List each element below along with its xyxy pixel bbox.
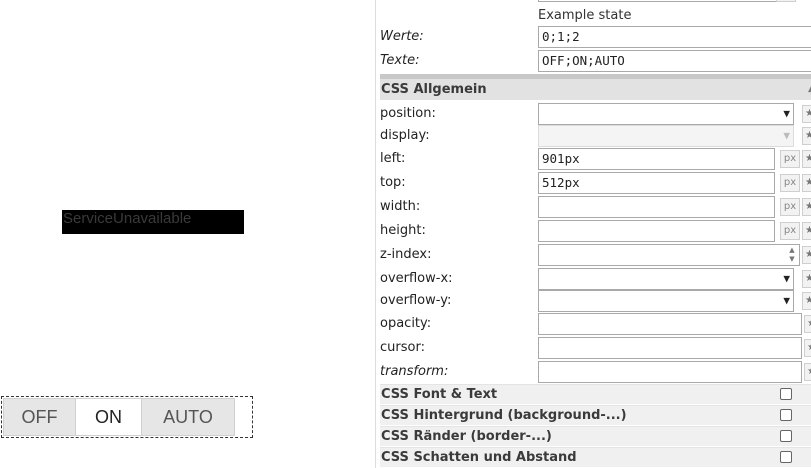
height-label: height: [380, 223, 426, 238]
star-icon[interactable]: ★ [802, 246, 811, 264]
service-unavailable-text: ServiceUnavailable [63, 210, 192, 227]
section-css-border[interactable]: CSS Ränder (border-...) [380, 426, 811, 446]
star-icon[interactable]: ★ [802, 270, 811, 288]
radio-button-group[interactable]: OFF ON AUTO [1, 396, 253, 438]
row-left: left: 901px px ★ [380, 148, 811, 170]
star-icon[interactable]: ★ [804, 339, 811, 357]
star-icon[interactable]: ★ [802, 127, 811, 145]
section-css-font-text[interactable]: CSS Font & Text [380, 384, 811, 404]
row-werte: Werte: 0;1;2 [380, 26, 811, 48]
star-icon[interactable]: ★ [802, 198, 811, 216]
display-label: display: [380, 128, 430, 143]
values-label: Werte: [380, 29, 424, 44]
top-unit-button[interactable]: px [780, 174, 800, 192]
width-label: width: [380, 199, 421, 214]
radio-on-button[interactable]: ON [75, 398, 142, 436]
spin-down-icon[interactable]: ▼ [786, 255, 798, 264]
star-icon[interactable]: ★ [802, 150, 811, 168]
chevron-down-icon: ▼ [783, 272, 790, 285]
overflow-x-select[interactable]: ▼ [538, 268, 794, 290]
section-css-font-text-title: CSS Font & Text [381, 387, 498, 402]
widget-canvas: ServiceUnavailable OFF ON AUTO [0, 0, 375, 468]
properties-panel: Example state Werte: 0;1;2 Texte: OFF;ON… [375, 0, 811, 468]
top-label: top: [380, 175, 406, 190]
left-label: left: [380, 151, 406, 166]
opacity-input[interactable] [538, 313, 802, 335]
left-input[interactable]: 901px [538, 148, 775, 170]
section-css-border-checkbox[interactable] [780, 430, 792, 442]
row-position: position: ▼ ★ [380, 103, 811, 125]
row-texte: Texte: OFF;ON;AUTO [380, 50, 811, 72]
overflow-x-label: overflow-x: [380, 271, 453, 286]
section-css-background-title: CSS Hintergrund (background-...) [381, 408, 627, 423]
star-icon[interactable]: ★ [804, 363, 811, 381]
state-select-button[interactable] [776, 0, 796, 2]
opacity-label: opacity: [380, 316, 432, 331]
zindex-label: z-index: [380, 247, 432, 262]
cursor-label: cursor: [380, 340, 425, 355]
row-opacity: opacity: ★ [380, 313, 811, 335]
position-select[interactable]: ▼ [538, 103, 794, 125]
section-css-shadow-spacing-checkbox[interactable] [780, 451, 792, 463]
row-transform: transform: ★ [380, 361, 811, 383]
top-input[interactable]: 512px [538, 172, 775, 194]
zindex-input[interactable] [538, 244, 800, 266]
overflow-y-label: overflow-y: [380, 293, 452, 308]
star-icon[interactable]: ★ [804, 315, 811, 333]
section-css-background-checkbox[interactable] [780, 409, 792, 421]
section-css-shadow-spacing-title: CSS Schatten und Abstand [381, 450, 577, 465]
radio-auto-button[interactable]: AUTO [141, 398, 235, 436]
chevron-down-icon: ▼ [783, 107, 790, 120]
star-icon[interactable]: ★ [802, 174, 811, 192]
example-state-hint: Example state [538, 8, 632, 23]
width-unit-button[interactable]: px [780, 198, 800, 216]
star-icon[interactable]: ★ [802, 292, 811, 310]
row-cursor: cursor: ★ [380, 337, 811, 359]
height-unit-button[interactable]: px [780, 222, 800, 240]
service-unavailable-widget[interactable]: ServiceUnavailable [62, 210, 244, 234]
radio-off-button[interactable]: OFF [3, 398, 76, 436]
row-height: height: px ★ [380, 220, 811, 242]
row-top: top: 512px px ★ [380, 172, 811, 194]
section-css-general-title: CSS Allgemein [381, 82, 487, 97]
section-css-general[interactable]: CSS Allgemein ▲ [380, 74, 811, 100]
chevron-down-icon: ▼ [783, 129, 790, 142]
row-width: width: px ★ [380, 196, 811, 218]
zindex-spinner[interactable]: ▲ ▼ [786, 246, 798, 264]
row-zindex: z-index: ▲ ▼ ★ [380, 244, 811, 266]
section-css-shadow-spacing[interactable]: CSS Schatten und Abstand [380, 447, 811, 467]
display-select[interactable]: ▼ [538, 125, 794, 147]
cursor-input[interactable] [538, 337, 802, 359]
state-select-field[interactable] [538, 0, 778, 2]
overflow-y-select[interactable]: ▼ [538, 290, 794, 312]
row-display: display: ▼ ★ [380, 125, 811, 147]
spin-up-icon[interactable]: ▲ [786, 246, 798, 255]
star-icon[interactable]: ★ [802, 222, 811, 240]
star-icon[interactable]: ★ [802, 105, 811, 123]
row-overflow-y: overflow-y: ▼ ★ [380, 290, 811, 312]
values-input[interactable]: 0;1;2 [538, 26, 811, 48]
transform-label: transform: [380, 364, 449, 379]
section-css-border-title: CSS Ränder (border-...) [381, 429, 552, 444]
row-overflow-x: overflow-x: ▼ ★ [380, 268, 811, 290]
height-input[interactable] [538, 220, 775, 242]
transform-input[interactable] [538, 361, 802, 383]
texts-label: Texte: [380, 53, 420, 68]
section-css-font-text-checkbox[interactable] [780, 388, 792, 400]
texts-input[interactable]: OFF;ON;AUTO [538, 50, 811, 72]
chevron-down-icon: ▼ [783, 294, 790, 307]
width-input[interactable] [538, 196, 775, 218]
left-unit-button[interactable]: px [780, 150, 800, 168]
position-label: position: [380, 106, 436, 121]
section-css-background[interactable]: CSS Hintergrund (background-...) [380, 405, 811, 425]
